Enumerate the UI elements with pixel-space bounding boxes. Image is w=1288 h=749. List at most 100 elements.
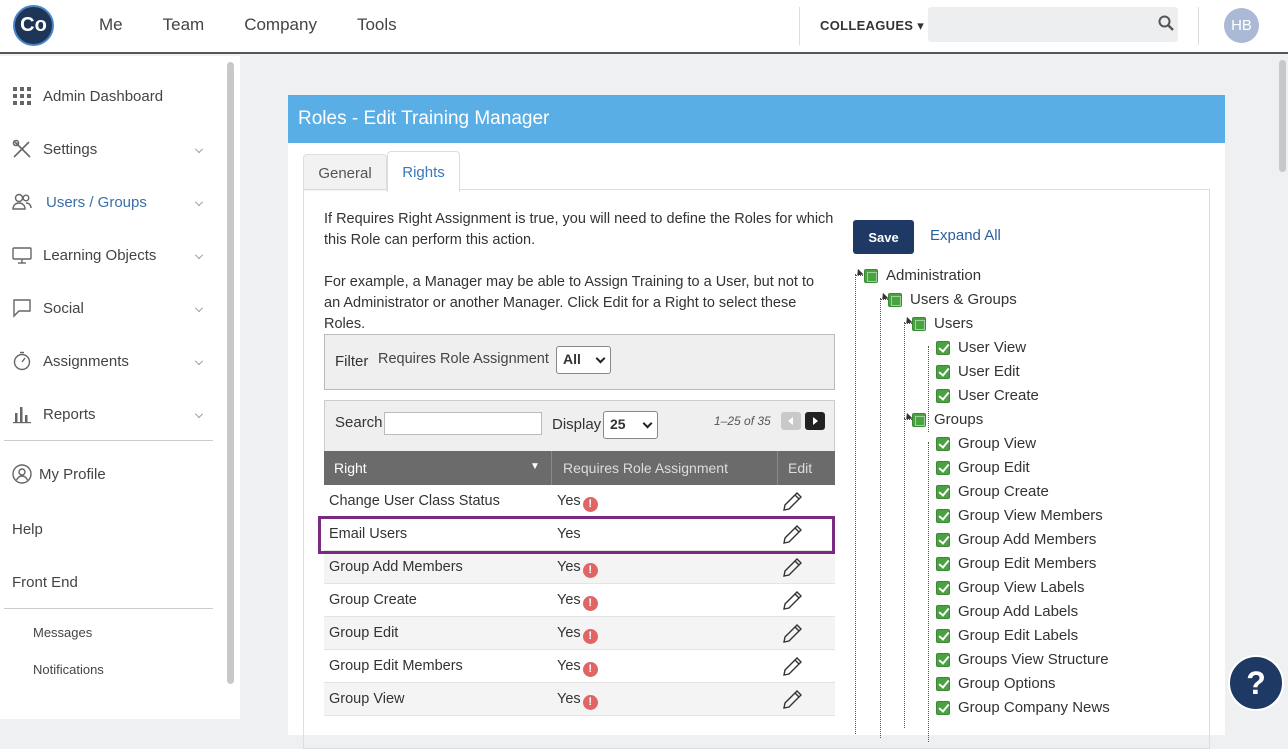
display-select[interactable]: 25 [603, 411, 658, 439]
display-label: Display [552, 416, 602, 433]
checkbox-partial-icon[interactable] [888, 292, 902, 307]
sidebar: Admin Dashboard Settings Users / Groups … [0, 56, 240, 719]
save-button[interactable]: Save [853, 220, 914, 254]
filter-label: Filter [335, 353, 369, 370]
tab-rights[interactable]: Rights [387, 151, 460, 192]
pencil-icon[interactable] [781, 656, 803, 678]
sidebar-item-front-end[interactable]: Front End [12, 569, 207, 595]
search-input[interactable] [384, 412, 542, 435]
help-button[interactable]: ? [1228, 655, 1284, 711]
checkbox-partial-icon[interactable] [864, 268, 878, 283]
divider [4, 440, 213, 441]
right-name: Group Create [329, 592, 417, 608]
pencil-icon[interactable] [781, 590, 803, 612]
checkbox-checked-icon[interactable] [936, 508, 950, 523]
checkbox-checked-icon[interactable] [936, 556, 950, 571]
expand-all-link[interactable]: Expand All [930, 227, 1001, 244]
tree-label: Group Edit Members [958, 555, 1097, 572]
checkbox-checked-icon[interactable] [936, 580, 950, 595]
question-icon: ? [1246, 664, 1266, 701]
sidebar-item-messages[interactable]: Messages [33, 625, 92, 640]
tree-label: Group Edit Labels [958, 627, 1079, 644]
chevron-down-icon [195, 251, 203, 259]
sidebar-item-admin-dashboard[interactable]: Admin Dashboard [12, 83, 207, 109]
tree-node-group-view-labels[interactable]: Group View Labels [936, 579, 1084, 596]
tree-node-group-add-labels[interactable]: Group Add Labels [936, 603, 1078, 620]
checkbox-checked-icon[interactable] [936, 628, 950, 643]
nav-me[interactable]: Me [99, 15, 123, 35]
nav-company[interactable]: Company [244, 15, 317, 35]
colleagues-dropdown[interactable]: COLLEAGUES ▾ [820, 18, 924, 34]
sidebar-item-help[interactable]: Help [12, 516, 207, 542]
tree-node-user-create[interactable]: User Create [936, 387, 1039, 404]
checkbox-partial-icon[interactable] [912, 316, 926, 331]
tree-node-group-edit-labels[interactable]: Group Edit Labels [936, 627, 1078, 644]
checkbox-checked-icon[interactable] [936, 652, 950, 667]
tree-label: User Edit [958, 363, 1020, 380]
global-search-input[interactable] [928, 7, 1178, 42]
tree-node-group-view[interactable]: Group View [936, 435, 1036, 452]
sidebar-item-my-profile[interactable]: My Profile [12, 461, 207, 487]
tree-node-user-view[interactable]: User View [936, 339, 1026, 356]
checkbox-checked-icon[interactable] [936, 676, 950, 691]
tree-node-group-view-members[interactable]: Group View Members [936, 507, 1103, 524]
sidebar-item-reports[interactable]: Reports [12, 401, 207, 427]
tree-node-group-company-news[interactable]: Group Company News [936, 699, 1110, 716]
top-nav: Me Team Company Tools [99, 15, 437, 35]
divider [777, 451, 778, 485]
tree-node-users[interactable]: Users [912, 315, 973, 332]
sidebar-item-settings[interactable]: Settings [12, 136, 207, 162]
sidebar-item-social[interactable]: Social [12, 295, 207, 321]
tree-node-groups[interactable]: Groups [912, 411, 983, 428]
colleagues-label: COLLEAGUES [820, 18, 914, 33]
checkbox-checked-icon[interactable] [936, 532, 950, 547]
sidebar-scrollbar[interactable] [227, 62, 234, 684]
nav-team[interactable]: Team [163, 15, 205, 35]
sidebar-item-assignments[interactable]: Assignments [12, 348, 207, 374]
pencil-icon[interactable] [781, 557, 803, 579]
checkbox-checked-icon[interactable] [936, 436, 950, 451]
grid-icon [13, 87, 31, 105]
pencil-icon[interactable] [781, 623, 803, 645]
checkbox-checked-icon[interactable] [936, 388, 950, 403]
tree-node-group-edit-members[interactable]: Group Edit Members [936, 555, 1096, 572]
tree-label: Groups [934, 411, 984, 428]
checkbox-checked-icon[interactable] [936, 604, 950, 619]
warning-icon: ! [582, 563, 598, 578]
checkbox-checked-icon[interactable] [936, 700, 950, 715]
table-row: Group View Yes! [324, 683, 835, 716]
checkbox-partial-icon[interactable] [912, 412, 926, 427]
tree-node-group-create[interactable]: Group Create [936, 483, 1049, 500]
nav-tools[interactable]: Tools [357, 15, 397, 35]
pencil-icon[interactable] [781, 689, 803, 711]
sidebar-item-users-groups[interactable]: Users / Groups [12, 189, 207, 215]
tree-node-groups-view-structure[interactable]: Groups View Structure [936, 651, 1109, 668]
logo[interactable]: Co [13, 5, 54, 46]
column-right[interactable]: Right [334, 460, 367, 476]
next-page-button[interactable] [805, 412, 825, 430]
logo-text: Co [20, 14, 47, 36]
sort-down-icon[interactable]: ▼ [530, 461, 540, 472]
tree-node-user-edit[interactable]: User Edit [936, 363, 1020, 380]
checkbox-checked-icon[interactable] [936, 484, 950, 499]
sidebar-item-learning-objects[interactable]: Learning Objects [12, 242, 207, 268]
avatar[interactable]: HB [1224, 8, 1259, 43]
checkbox-checked-icon[interactable] [936, 340, 950, 355]
tree-node-group-options[interactable]: Group Options [936, 675, 1056, 692]
tree-node-group-add-members[interactable]: Group Add Members [936, 531, 1096, 548]
page-scrollbar[interactable] [1279, 60, 1286, 172]
sidebar-item-label: My Profile [39, 465, 106, 483]
search-icon[interactable] [1158, 15, 1174, 31]
pencil-icon[interactable] [781, 491, 803, 513]
avatar-initials: HB [1231, 17, 1252, 34]
prev-page-button[interactable] [781, 412, 801, 430]
checkbox-checked-icon[interactable] [936, 364, 950, 379]
tab-general[interactable]: General [303, 154, 387, 191]
tree-node-administration[interactable]: Administration [864, 267, 981, 284]
sidebar-item-notifications[interactable]: Notifications [33, 662, 104, 677]
tree-node-group-edit[interactable]: Group Edit [936, 459, 1030, 476]
checkbox-checked-icon[interactable] [936, 460, 950, 475]
tree-node-users-groups[interactable]: Users & Groups [888, 291, 1017, 308]
filter-select[interactable]: All [556, 346, 611, 374]
tree-label: Group Edit [958, 459, 1030, 476]
